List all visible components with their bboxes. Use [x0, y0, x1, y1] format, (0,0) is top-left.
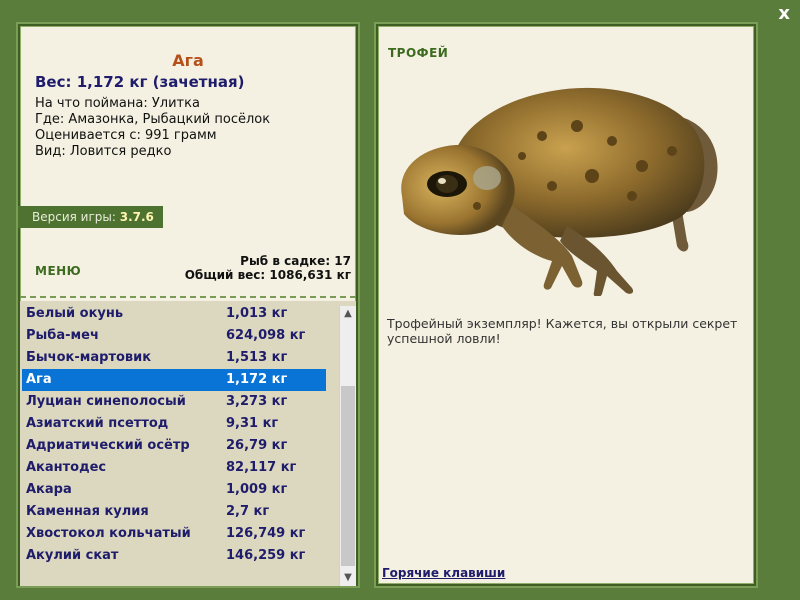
version-bar: Версия игры: 3.7.6 [18, 206, 163, 228]
scrollbar[interactable]: ▲ ▼ [339, 306, 356, 586]
fish-list-item[interactable]: Каменная кулия 2,7 кг [22, 501, 326, 523]
fish-name: Бычок-мартовик [26, 350, 152, 365]
fish-list-item[interactable]: Белый окунь 1,013 кг [22, 303, 326, 325]
fish-weight: Вес: 1,172 кг (зачетная) [35, 73, 245, 91]
fish-name: Рыба-меч [26, 328, 99, 343]
total-weight: Общий вес: 1086,631 кг [184, 268, 351, 282]
fish-name: Ага [26, 372, 52, 387]
chevron-down-icon[interactable]: ▼ [340, 570, 356, 586]
fish-weight-value: 1,013 кг [226, 306, 288, 321]
toad-image [401, 87, 718, 296]
fish-weight-value: 1,009 кг [226, 482, 288, 497]
fish-info-panel: Ага Вес: 1,172 кг (зачетная) На что пойм… [18, 24, 358, 586]
fish-list-item[interactable]: Акулий скат 146,259 кг [22, 545, 326, 567]
fish-list-item[interactable]: Ага 1,172 кг [22, 369, 326, 391]
fish-list-item[interactable]: Рыба-меч 624,098 кг [22, 325, 326, 347]
fish-list-item[interactable]: Бычок-мартовик 1,513 кг [22, 347, 326, 369]
fish-weight-value: 624,098 кг [226, 328, 306, 343]
chevron-up-icon[interactable]: ▲ [340, 306, 356, 322]
hotkeys-link[interactable]: Горячие клавиши [382, 566, 505, 580]
fish-weight-value: 1,513 кг [226, 350, 288, 365]
fish-name: Акулий скат [26, 548, 119, 563]
trophy-panel: ТРОФЕЙ Трофейный экземпляр! Кажется, вы … [376, 24, 756, 586]
fish-name: Хвостокол кольчатый [26, 526, 191, 541]
fish-list: Белый окунь 1,013 кг Рыба-меч 624,098 кг Быч… [22, 303, 326, 567]
fish-name: Белый окунь [26, 306, 124, 321]
close-icon[interactable]: x [778, 5, 790, 23]
fish-weight-value: 3,273 кг [226, 394, 288, 409]
fish-list-item[interactable]: Акантодес 82,117 кг [22, 457, 326, 479]
version-number: 3.7.6 [119, 210, 154, 224]
keepnet-stats: Рыб в садке: 17 Общий вес: 1086,631 кг [185, 254, 351, 282]
fish-name: Азиатский псеттод [26, 416, 169, 431]
fish-name: Акантодес [26, 460, 107, 475]
version-label: Версия игры: [32, 210, 116, 224]
fish-details: На что поймана: Улитка Где: Амазонка, Ры… [35, 96, 270, 160]
fish-count: Рыб в садке: 17 [240, 254, 351, 268]
fish-list-container: Белый окунь 1,013 кг Рыба-меч 624,098 кг Быч… [20, 301, 356, 586]
fish-weight-value: 146,259 кг [226, 548, 306, 563]
fish-list-item[interactable]: Азиатский псеттод 9,31 кг [22, 413, 326, 435]
bait-info: На что поймана: Улитка [35, 96, 200, 111]
kind-info: Вид: Ловится редко [35, 144, 172, 159]
fish-weight-value: 1,172 кг [226, 372, 288, 387]
fish-weight-value: 26,79 кг [226, 438, 288, 453]
fish-weight-value: 126,749 кг [226, 526, 306, 541]
fish-list-item[interactable]: Хвостокол кольчатый 126,749 кг [22, 523, 326, 545]
fish-list-item[interactable]: Акара 1,009 кг [22, 479, 326, 501]
fish-name: Каменная кулия [26, 504, 149, 519]
fish-weight-value: 82,117 кг [226, 460, 297, 475]
fish-weight-value: 9,31 кг [226, 416, 279, 431]
fish-list-item[interactable]: Адриатический осётр 26,79 кг [22, 435, 326, 457]
scrollbar-thumb[interactable] [341, 386, 355, 566]
fish-name: Луциан синеполосый [26, 394, 186, 409]
rated-from-info: Оценивается с: 991 грамм [35, 128, 217, 143]
fish-name: Адриатический осётр [26, 438, 190, 453]
fish-list-item[interactable]: Луциан синеполосый 3,273 кг [22, 391, 326, 413]
fish-weight-value: 2,7 кг [226, 504, 270, 519]
trophy-text: Трофейный экземпляр! Кажется, вы открыли… [387, 316, 738, 346]
divider [20, 296, 356, 298]
menu-button[interactable]: МЕНЮ [35, 264, 81, 278]
location-info: Где: Амазонка, Рыбацкий посёлок [35, 112, 271, 127]
fish-title: Ага [172, 51, 204, 70]
fish-name: Акара [26, 482, 72, 497]
